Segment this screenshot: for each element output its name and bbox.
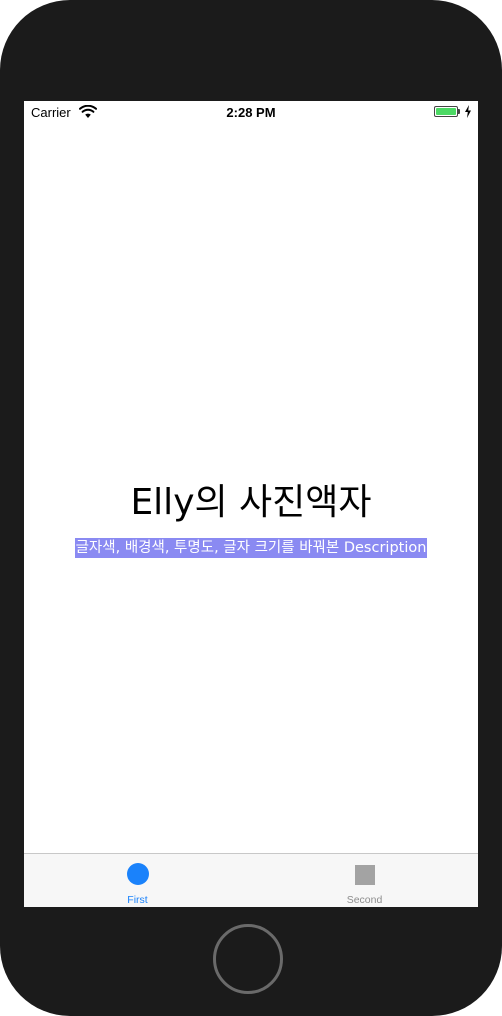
battery-fill: [436, 108, 456, 115]
description-label: 글자색, 배경색, 투명도, 글자 크기를 바꿔본 Description: [74, 538, 428, 558]
battery-nub: [458, 109, 460, 114]
screen: Carrier 2:28 PM Elly의 사진액자 글자색, 배경색, 투명도…: [24, 101, 478, 907]
tab-bar: First Second: [24, 853, 478, 907]
status-time: 2:28 PM: [226, 105, 276, 120]
home-button[interactable]: [213, 924, 283, 994]
bolt-icon: [465, 105, 471, 118]
battery-icon: [434, 106, 458, 117]
tab-first-label: First: [127, 894, 148, 906]
page-title: Elly의 사진액자: [130, 482, 372, 523]
phone-frame: Carrier 2:28 PM Elly의 사진액자 글자색, 배경색, 투명도…: [0, 0, 502, 1016]
tab-second-label: Second: [346, 894, 383, 906]
circle-icon: [126, 863, 149, 885]
description-container: 글자색, 배경색, 투명도, 글자 크기를 바꿔본 Description: [24, 537, 478, 558]
status-bar: Carrier 2:28 PM: [24, 101, 478, 123]
tab-first[interactable]: First: [24, 854, 251, 907]
tab-second[interactable]: Second: [251, 854, 478, 907]
square-icon: [354, 865, 375, 885]
